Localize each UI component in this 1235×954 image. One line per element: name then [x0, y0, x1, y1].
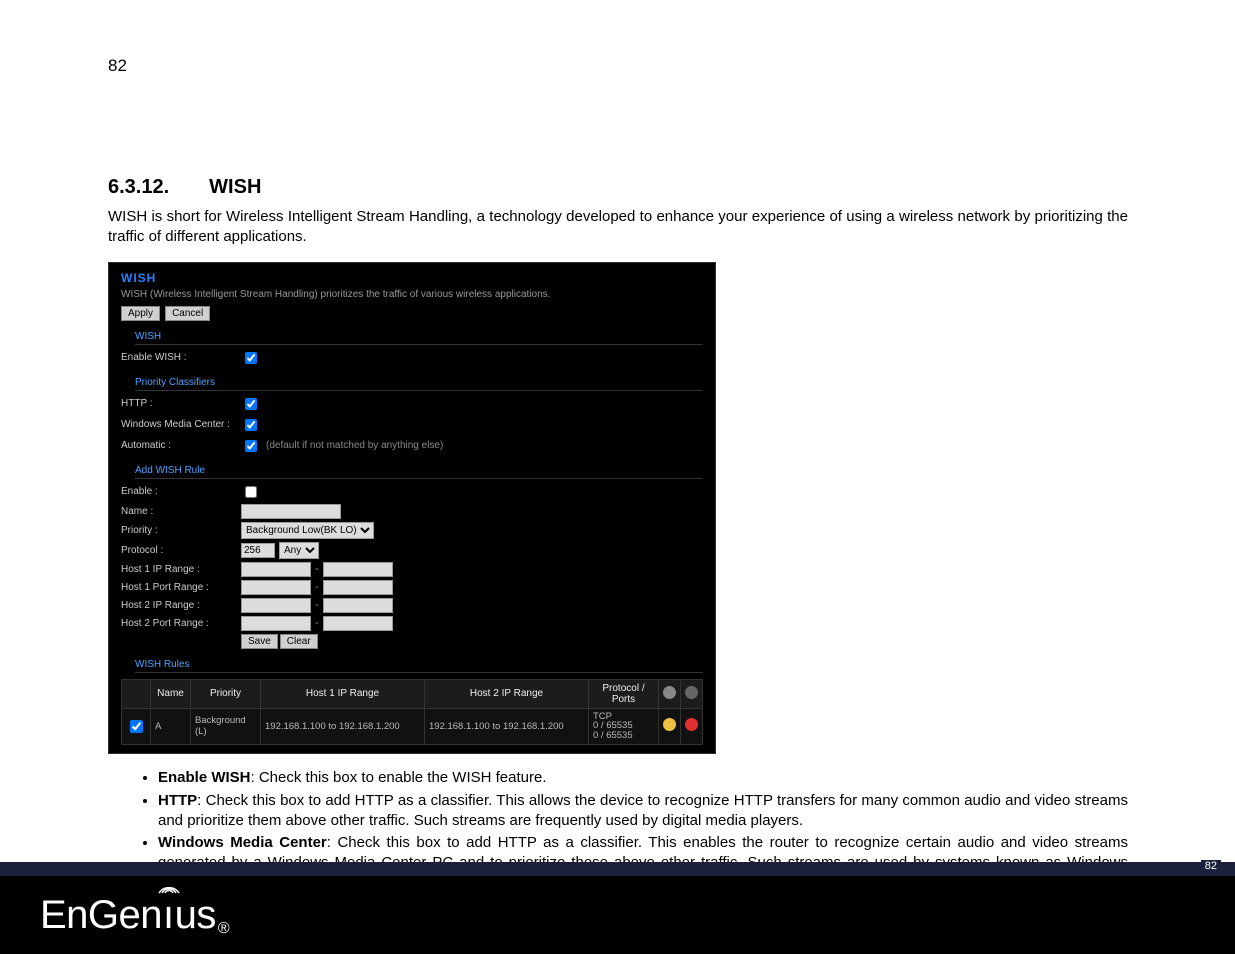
host2-port-from[interactable] — [241, 616, 311, 631]
table-row: A Background (L) 192.168.1.100 to 192.16… — [122, 708, 703, 745]
delete-icon[interactable] — [685, 718, 698, 731]
http-checkbox[interactable] — [245, 398, 257, 410]
host1-port-from[interactable] — [241, 580, 311, 595]
section-heading: 6.3.12. WISH — [108, 176, 1128, 199]
content-area: 6.3.12. WISH WISH is short for Wireless I… — [108, 176, 1128, 896]
host1-ip-from[interactable] — [241, 562, 311, 577]
priority-select[interactable]: Background Low(BK LO) — [241, 522, 374, 539]
dash: - — [315, 581, 319, 593]
http-label: HTTP : — [121, 398, 241, 409]
th-proto: Protocol / Ports — [589, 679, 659, 708]
protocol-label: Protocol : — [121, 545, 241, 556]
row-priority: Background (L) — [191, 708, 261, 745]
edit-icon[interactable] — [663, 718, 676, 731]
automatic-note: (default if not matched by anything else… — [266, 440, 443, 451]
footer-logo-area: EnGen ı us® — [0, 876, 1235, 954]
automatic-checkbox[interactable] — [245, 440, 257, 452]
clear-button[interactable]: Clear — [280, 634, 318, 649]
name-input[interactable] — [241, 504, 341, 519]
engenius-logo: EnGen ı us® — [40, 893, 229, 938]
registered-icon: ® — [218, 920, 229, 938]
list-item: Enable WISH: Check this box to enable th… — [158, 768, 1128, 788]
th-host1: Host 1 IP Range — [261, 679, 425, 708]
row-host2: 192.168.1.100 to 192.168.1.200 — [425, 708, 589, 745]
dash: - — [315, 617, 319, 629]
th-name: Name — [151, 679, 191, 708]
host1-ip-label: Host 1 IP Range : — [121, 564, 241, 575]
wifi-icon — [157, 879, 181, 895]
th-del — [681, 679, 703, 708]
host1-port-label: Host 1 Port Range : — [121, 582, 241, 593]
group-rules: WISH Rules — [135, 659, 703, 673]
group-add-rule: Add WISH Rule — [135, 465, 703, 479]
rules-table: Name Priority Host 1 IP Range Host 2 IP … — [121, 679, 703, 746]
page-number-top: 82 — [108, 56, 127, 76]
host2-ip-label: Host 2 IP Range : — [121, 600, 241, 611]
priority-label: Priority : — [121, 525, 241, 536]
footer-band: 82 — [0, 862, 1235, 876]
cancel-button[interactable]: Cancel — [165, 306, 210, 321]
list-item: HTTP: Check this box to add HTTP as a cl… — [158, 791, 1128, 832]
logo-text-post: us — [175, 893, 216, 938]
enable-rule-label: Enable : — [121, 486, 241, 497]
page-footer: 82 EnGen ı us® — [0, 862, 1235, 954]
protocol-select[interactable]: Any — [279, 542, 319, 559]
delete-icon — [685, 686, 698, 699]
dash: - — [315, 563, 319, 575]
row-proto: TCP 0 / 65535 0 / 65535 — [589, 708, 659, 745]
th-priority: Priority — [191, 679, 261, 708]
th-edit — [659, 679, 681, 708]
host2-port-label: Host 2 Port Range : — [121, 618, 241, 629]
edit-icon — [663, 686, 676, 699]
th-check — [122, 679, 151, 708]
row-name: A — [151, 708, 191, 745]
enable-wish-checkbox[interactable] — [245, 352, 257, 364]
wmc-label: Windows Media Center : — [121, 419, 241, 430]
row-checkbox[interactable] — [130, 720, 143, 733]
enable-rule-checkbox[interactable] — [245, 486, 257, 498]
enable-wish-label: Enable WISH : — [121, 352, 241, 363]
wmc-checkbox[interactable] — [245, 419, 257, 431]
section-title: WISH — [209, 176, 261, 198]
host2-ip-from[interactable] — [241, 598, 311, 613]
group-classifiers: Priority Classifiers — [135, 377, 703, 391]
th-host2: Host 2 IP Range — [425, 679, 589, 708]
panel-subtitle: WISH (Wireless Intelligent Stream Handli… — [121, 289, 703, 300]
dash: - — [315, 599, 319, 611]
host2-ip-to[interactable] — [323, 598, 393, 613]
name-label: Name : — [121, 506, 241, 517]
panel-title: WISH — [121, 271, 703, 285]
automatic-label: Automatic : — [121, 440, 241, 451]
page-number-bottom: 82 — [1201, 860, 1221, 872]
wish-panel: WISH WISH (Wireless Intelligent Stream H… — [108, 262, 716, 755]
host2-port-to[interactable] — [323, 616, 393, 631]
host1-ip-to[interactable] — [323, 562, 393, 577]
logo-i: ı — [163, 893, 174, 938]
intro-text: WISH is short for Wireless Intelligent S… — [108, 207, 1128, 248]
host1-port-to[interactable] — [323, 580, 393, 595]
group-wish: WISH — [135, 331, 703, 345]
row-host1: 192.168.1.100 to 192.168.1.200 — [261, 708, 425, 745]
apply-button[interactable]: Apply — [121, 306, 160, 321]
section-number: 6.3.12. — [108, 176, 169, 198]
logo-text-pre: EnGen — [40, 893, 162, 938]
save-button[interactable]: Save — [241, 634, 278, 649]
protocol-number-input[interactable] — [241, 543, 275, 558]
